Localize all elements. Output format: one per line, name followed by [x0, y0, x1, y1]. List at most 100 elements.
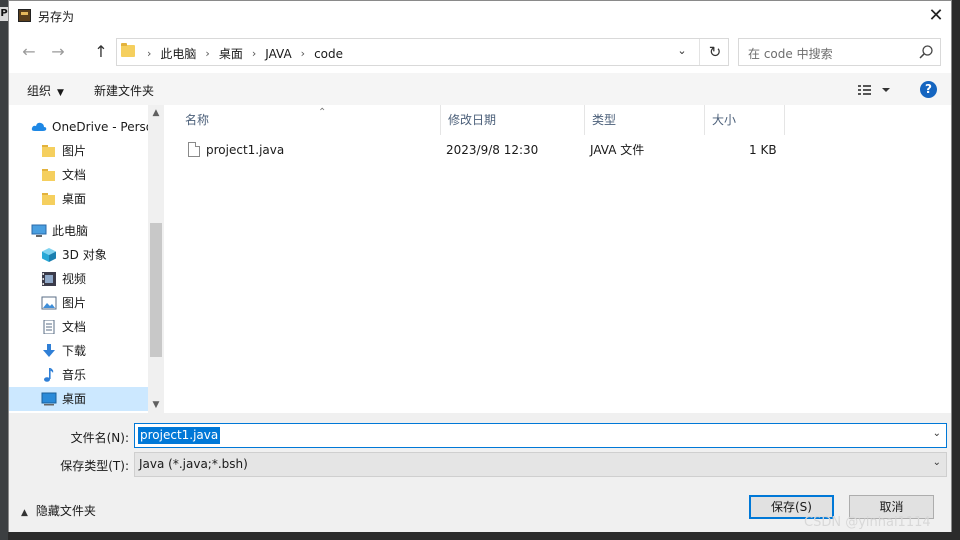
app-icon	[18, 9, 31, 22]
breadcrumb-item-desktop[interactable]: 桌面	[216, 45, 246, 62]
help-icon[interactable]: ?	[920, 81, 937, 98]
filetype-value: Java (*.java;*.bsh)	[139, 457, 248, 471]
view-options-icon[interactable]	[857, 82, 895, 98]
sidebar-item-label: 3D 对象	[62, 248, 107, 262]
sidebar-item-label: 图片	[62, 296, 87, 310]
sidebar-item-onedrive-documents[interactable]: 文档	[41, 163, 148, 187]
chevron-down-icon: ⌄	[932, 457, 941, 468]
sidebar-item-label: 文档	[62, 168, 87, 182]
back-button[interactable]: ←	[18, 41, 40, 63]
chevron-up-icon: ▲	[21, 508, 28, 518]
watermark-text: CSDN @yinhai1114	[804, 515, 931, 530]
browser-area: OneDrive - Perso 图片 文档 桌面 此电脑 3D 对象 视频 图…	[9, 105, 951, 413]
sidebar-item-onedrive-pictures[interactable]: 图片	[41, 139, 148, 163]
sidebar-item-downloads[interactable]: 下载	[41, 339, 148, 363]
sidebar-scrollbar[interactable]: ▲ ▼	[148, 105, 164, 413]
music-icon	[44, 367, 54, 382]
column-header-size[interactable]: 大小	[705, 105, 785, 135]
sidebar-item-label: 桌面	[62, 192, 87, 206]
sidebar-item-label: 此电脑	[52, 224, 89, 238]
filename-input[interactable]: project1.java ⌄	[134, 423, 947, 448]
cube-icon	[42, 247, 56, 262]
file-size: 1 KB	[749, 143, 777, 157]
sidebar-item-music[interactable]: 音乐	[41, 363, 148, 387]
navigation-pane: OneDrive - Perso 图片 文档 桌面 此电脑 3D 对象 视频 图…	[9, 105, 164, 413]
desktop-icon	[41, 392, 57, 405]
sidebar-item-onedrive[interactable]: OneDrive - Perso	[31, 115, 153, 139]
filename-value: project1.java	[138, 427, 221, 444]
save-as-dialog: 另存为 ✕ ← → ↑ › 此电脑 › 桌面 › JAVA › code ⌄ ↻…	[8, 0, 952, 532]
sidebar-item-3d-objects[interactable]: 3D 对象	[41, 243, 148, 267]
breadcrumb-item-this-pc[interactable]: 此电脑	[157, 45, 199, 62]
column-header-type[interactable]: 类型	[585, 105, 705, 135]
cloud-icon	[31, 122, 47, 131]
folder-icon	[42, 192, 55, 205]
new-folder-button[interactable]: 新建文件夹	[94, 82, 154, 99]
navigation-bar: ← → ↑ › 此电脑 › 桌面 › JAVA › code ⌄ ↻ 在 cod…	[9, 31, 951, 73]
forward-button[interactable]: →	[47, 41, 69, 63]
picture-icon	[41, 296, 57, 309]
breadcrumb-separator: ›	[205, 47, 210, 60]
command-toolbar: 组织 ▼ 新建文件夹 ?	[9, 73, 951, 105]
column-header-modified[interactable]: 修改日期	[441, 105, 585, 135]
file-list: 名称 ⌃ 修改日期 类型 大小 project1.java 2023/9/8 1…	[164, 105, 951, 413]
address-bar[interactable]: › 此电脑 › 桌面 › JAVA › code ⌄ ↻	[116, 38, 729, 66]
search-box[interactable]: 在 code 中搜索	[738, 38, 941, 66]
scrollbar-thumb[interactable]	[150, 223, 162, 357]
breadcrumb-separator: ›	[300, 47, 306, 60]
sidebar-item-label: OneDrive - Perso	[52, 120, 154, 134]
organize-menu[interactable]: 组织 ▼	[27, 82, 64, 99]
folder-icon	[42, 144, 55, 157]
sidebar-item-videos[interactable]: 视频	[41, 267, 148, 291]
breadcrumb-item-code[interactable]: code	[311, 47, 346, 61]
document-icon	[43, 319, 55, 334]
breadcrumb-separator: ›	[147, 47, 152, 60]
chevron-down-icon[interactable]: ⌄	[933, 428, 941, 439]
video-icon	[42, 271, 56, 286]
scroll-up-arrow[interactable]: ▲	[148, 105, 164, 121]
sidebar-item-desktop[interactable]: 桌面	[9, 387, 148, 411]
sidebar-item-this-pc[interactable]: 此电脑	[31, 219, 148, 243]
sidebar-item-pictures[interactable]: 图片	[41, 291, 148, 315]
search-icon[interactable]	[918, 44, 934, 60]
sidebar-item-label: 视频	[62, 272, 87, 286]
file-modified: 2023/9/8 12:30	[446, 143, 539, 157]
folder-icon	[121, 43, 135, 57]
refresh-button[interactable]: ↻	[699, 39, 730, 65]
breadcrumb-item-java[interactable]: JAVA	[262, 47, 294, 61]
breadcrumb-separator: ›	[251, 47, 257, 60]
download-icon	[43, 343, 55, 357]
chevron-down-icon: ▼	[57, 88, 64, 98]
close-button[interactable]: ✕	[921, 1, 951, 31]
column-name-label: 名称	[185, 113, 210, 127]
scroll-down-arrow[interactable]: ▼	[148, 397, 164, 413]
computer-icon	[31, 224, 47, 237]
search-placeholder: 在 code 中搜索	[748, 47, 833, 61]
hide-folders-toggle[interactable]: ▲ 隐藏文件夹	[21, 502, 96, 519]
breadcrumb: › 此电脑 › 桌面 › JAVA › code	[141, 45, 346, 62]
organize-label: 组织	[27, 84, 52, 98]
background-window-edge: P	[0, 0, 8, 540]
sort-ascending-icon: ⌃	[318, 107, 327, 118]
file-icon	[188, 142, 200, 157]
up-button[interactable]: ↑	[90, 41, 112, 63]
filetype-select[interactable]: Java (*.java;*.bsh) ⌄	[134, 452, 947, 477]
sidebar-item-label: 下载	[62, 344, 87, 358]
title-bar: 另存为 ✕	[9, 1, 951, 31]
background-app-icon: P	[0, 7, 8, 21]
hide-folders-label: 隐藏文件夹	[35, 504, 96, 518]
dialog-title: 另存为	[38, 10, 75, 24]
file-type: JAVA 文件	[590, 143, 645, 157]
sidebar-item-onedrive-desktop[interactable]: 桌面	[41, 187, 148, 211]
sidebar-item-documents[interactable]: 文档	[41, 315, 148, 339]
background-window-edge-right	[952, 0, 960, 540]
table-row[interactable]: project1.java 2023/9/8 12:30 JAVA 文件 1 K…	[178, 139, 788, 161]
folder-icon	[42, 168, 55, 181]
sidebar-item-label: 文档	[62, 320, 87, 334]
sidebar-item-label: 桌面	[62, 392, 87, 406]
address-history-dropdown[interactable]: ⌄	[673, 44, 691, 60]
sidebar-item-label: 图片	[62, 144, 87, 158]
column-header-name[interactable]: 名称 ⌃	[178, 105, 441, 135]
sidebar-item-label: 音乐	[62, 368, 87, 382]
filetype-label: 保存类型(T):	[60, 459, 129, 473]
